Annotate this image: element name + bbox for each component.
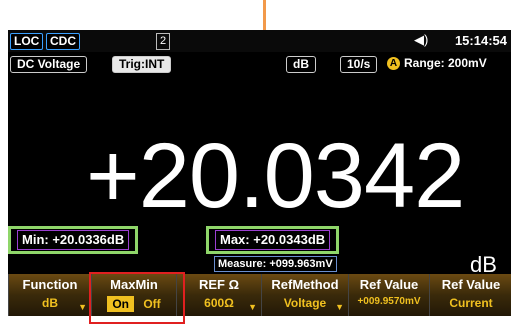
function-label: DC Voltage [10, 56, 88, 73]
softkey-refmethod[interactable]: RefMethod Voltage ▼ [261, 274, 348, 316]
max-readout: Max: +20.0343dB [206, 226, 340, 254]
mode-bar: DC Voltage Trig:INT dB 10/s A Range: 200… [8, 54, 511, 74]
softkey-bar: Function dB ▼ MaxMin On Off REF Ω 600Ω ▼… [8, 274, 511, 316]
clock: 15:14:54 [454, 33, 507, 48]
loc-indicator: LOC [10, 33, 44, 50]
main-reading: +20.0342 [86, 125, 465, 227]
trigger-label: Trig:INT [112, 56, 172, 73]
softkey-ref-value-current[interactable]: Ref Value Current [429, 274, 511, 316]
softkey-title: REF Ω [198, 277, 240, 292]
softkey-function[interactable]: Function dB ▼ [8, 274, 91, 316]
measure-readout: Measure: +099.963mV [214, 256, 337, 272]
chevron-down-icon: ▼ [78, 302, 87, 312]
min-value: Min: +20.0336dB [17, 230, 130, 250]
softkey-ref-value[interactable]: Ref Value +009.9570mV [348, 274, 429, 316]
maxmin-highlight-box [89, 272, 185, 324]
chevron-down-icon: ▼ [335, 302, 344, 312]
chevron-down-icon: ▼ [248, 302, 257, 312]
rate-label: 10/s [340, 56, 378, 73]
softkey-title: Ref Value [359, 277, 419, 292]
softkey-title: RefMethod [271, 277, 339, 292]
max-value: Max: +20.0343dB [215, 230, 331, 250]
softkey-value: Current [449, 296, 493, 310]
softkey-title: Function [22, 277, 78, 292]
math-label: dB [286, 56, 316, 73]
auto-range-icon: A [387, 57, 400, 70]
instrument-screen: LOC CDC 2 ◀) 15:14:54 DC Voltage Trig:IN… [8, 30, 511, 316]
range-label: Range: 200mV [404, 56, 487, 70]
softkey-title: Ref Value [441, 277, 501, 292]
softkey-ref-ohm[interactable]: REF Ω 600Ω ▼ [176, 274, 261, 316]
status-bar: LOC CDC 2 ◀) 15:14:54 [8, 30, 511, 52]
cdc-indicator: CDC [46, 33, 80, 50]
softkey-value: +009.9570mV [357, 296, 421, 307]
speaker-icon: ◀) [414, 32, 429, 47]
min-readout: Min: +20.0336dB [8, 226, 139, 254]
slot-indicator: 2 [156, 33, 170, 50]
